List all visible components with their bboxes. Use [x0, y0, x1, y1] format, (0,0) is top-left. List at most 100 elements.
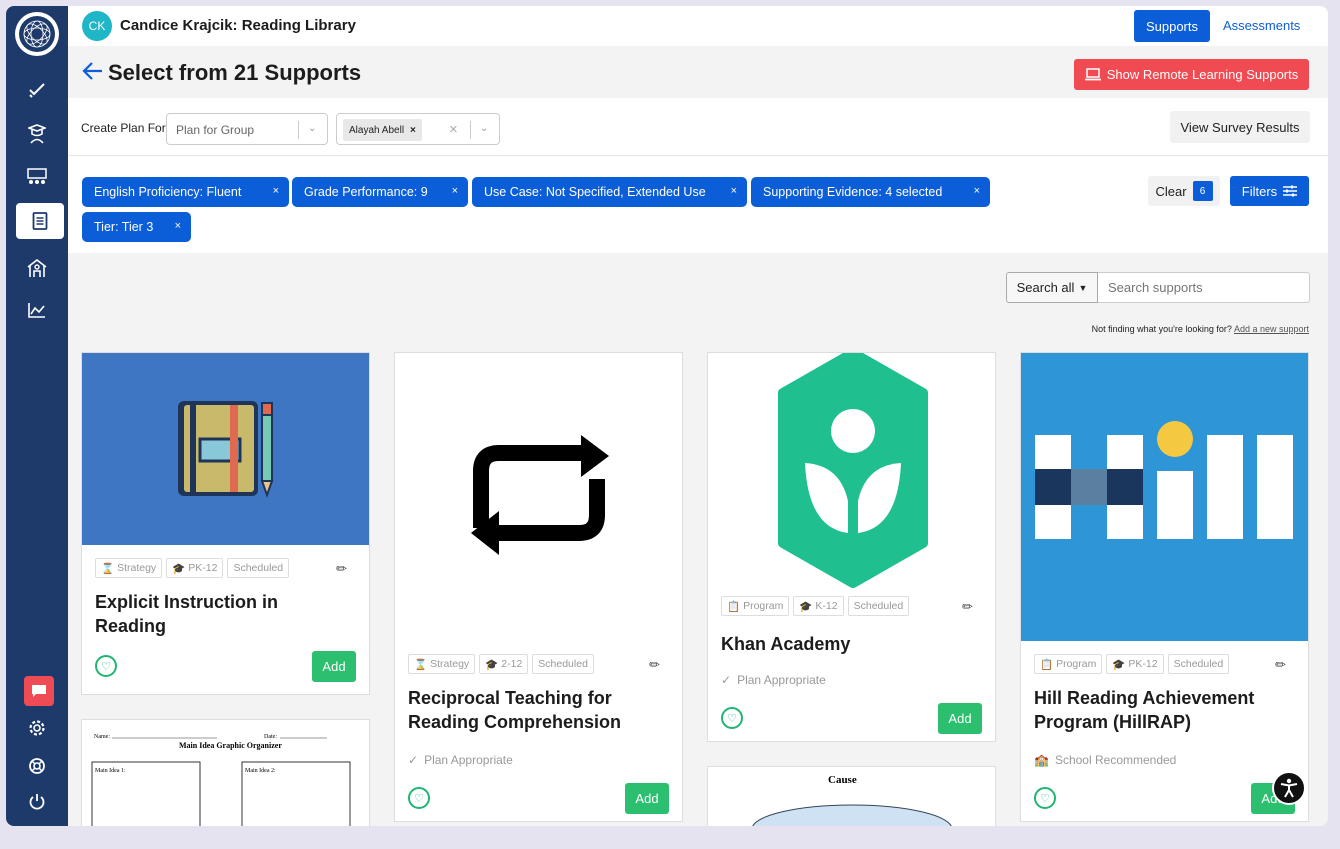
search-input[interactable]: [1098, 272, 1310, 303]
accessibility-icon[interactable]: [1272, 771, 1306, 805]
not-finding-text: Not finding what you're looking for? Add…: [1092, 324, 1309, 334]
logo[interactable]: [15, 12, 59, 56]
chat-icon[interactable]: [24, 676, 54, 706]
filters-button[interactable]: Filters: [1230, 176, 1309, 206]
filters-label: Filters: [1241, 183, 1278, 199]
page-title: Select from 21 Supports: [108, 60, 362, 85]
filter-bar: English Proficiency: Fluent × Grade Perfo…: [68, 156, 1328, 253]
student-select[interactable]: Alayah Abell × × ⌄: [336, 113, 500, 145]
graduate-icon[interactable]: [16, 116, 58, 152]
support-card[interactable]: ⌛ Strategy 🎓 PK-12 Scheduled ✏ Explicit In…: [81, 352, 370, 695]
filter-chip-label: English Proficiency: Fluent: [94, 185, 242, 199]
add-button[interactable]: Add: [625, 783, 669, 814]
school-icon: 🏫: [1034, 753, 1049, 767]
favorite-heart-icon[interactable]: ♡: [721, 707, 743, 729]
school-recommended-status: 🏫 School Recommended: [1034, 753, 1177, 767]
support-card[interactable]: 📋 Program 🎓 K-12 Scheduled ✏ Khan Academy …: [707, 348, 996, 742]
card-tags: 📋 Program 🎓 K-12 Scheduled: [721, 596, 910, 616]
school-icon[interactable]: [16, 250, 58, 286]
support-card[interactable]: Name: Date: Main Idea Graphic Organizer …: [81, 719, 370, 826]
remove-filter-icon[interactable]: ×: [974, 185, 980, 197]
cause-label: Cause: [828, 774, 857, 786]
group-select[interactable]: Plan for Group ⌄: [166, 113, 328, 145]
notebook-icon: [178, 401, 274, 498]
support-card[interactable]: Cause: [707, 766, 996, 826]
help-icon[interactable]: [16, 748, 58, 784]
filter-chip-label: Supporting Evidence: 4 selected: [763, 185, 943, 199]
remove-filter-icon[interactable]: ×: [452, 185, 458, 197]
card-tags: 📋 Program 🎓 PK-12 Scheduled: [1034, 654, 1230, 674]
check-icon: ✓: [408, 753, 419, 767]
power-icon[interactable]: [16, 784, 58, 820]
remove-student-icon[interactable]: ×: [410, 125, 416, 136]
app-frame: CK Candice Krajcik: Reading Library Supp…: [6, 6, 1328, 826]
plan-appropriate-status: ✓ Plan Appropriate: [721, 673, 826, 687]
grade-tag: 🎓 PK-12: [1106, 654, 1164, 674]
remove-filter-icon[interactable]: ×: [175, 220, 181, 232]
grade-tag: 🎓 K-12: [793, 596, 844, 616]
search-row: Search all ▼ Not finding what you're loo…: [68, 253, 1328, 343]
edit-pencil-icon[interactable]: ✏: [336, 561, 347, 577]
avatar[interactable]: CK: [82, 11, 112, 41]
tab-supports[interactable]: Supports: [1134, 10, 1210, 42]
card-image: [82, 353, 369, 545]
group-select-placeholder: Plan for Group: [176, 123, 255, 137]
edit-pencil-icon[interactable]: ✏: [1275, 657, 1286, 673]
support-card[interactable]: ⌛ Strategy 🎓 2-12 Scheduled ✏ Reciprocal T…: [394, 352, 683, 822]
filter-chip[interactable]: Tier: Tier 3 ×: [82, 212, 191, 242]
remote-learning-button[interactable]: Show Remote Learning Supports: [1074, 59, 1309, 90]
add-new-support-link[interactable]: Add a new support: [1234, 324, 1309, 334]
favorite-heart-icon[interactable]: ♡: [95, 655, 117, 677]
filter-chip[interactable]: Use Case: Not Specified, Extended Use ×: [472, 177, 747, 207]
add-button[interactable]: Add: [312, 651, 356, 682]
filter-chip[interactable]: English Proficiency: Fluent ×: [82, 177, 289, 207]
card-title[interactable]: Reciprocal Teaching for Reading Comprehen…: [408, 686, 621, 734]
card-tags: ⌛ Strategy 🎓 2-12 Scheduled: [408, 654, 594, 674]
card-image: [1021, 353, 1308, 641]
logo-icon: [19, 16, 55, 52]
card-title[interactable]: Explicit Instruction in Reading: [95, 590, 278, 638]
clear-filters-button[interactable]: Clear 6: [1148, 176, 1220, 206]
hourglass-icon: ⌛: [101, 562, 115, 575]
filter-chip[interactable]: Supporting Evidence: 4 selected ×: [751, 177, 990, 207]
check-icon[interactable]: [16, 72, 58, 108]
organizer-date-label: Date:: [264, 734, 277, 740]
clipboard-icon: 📋: [1040, 658, 1054, 671]
graduate-icon: 🎓: [1112, 658, 1126, 671]
remove-filter-icon[interactable]: ×: [731, 185, 737, 197]
tab-assessments[interactable]: Assessments: [1223, 18, 1300, 33]
gear-icon[interactable]: [16, 710, 58, 746]
book-icon[interactable]: [16, 203, 64, 239]
card-title[interactable]: Hill Reading Achievement Program (HillRAP…: [1034, 686, 1254, 734]
organizer-idea2: Main Idea 2:: [245, 768, 276, 774]
classroom-icon[interactable]: [16, 160, 58, 196]
laptop-icon: [1084, 68, 1101, 81]
type-tag: 📋 Program: [1034, 654, 1103, 674]
sliders-icon: [1283, 185, 1298, 197]
edit-pencil-icon[interactable]: ✏: [649, 657, 660, 673]
add-button[interactable]: Add: [938, 703, 982, 734]
graduate-icon: 🎓: [485, 658, 499, 671]
filter-chip-label: Grade Performance: 9: [304, 185, 428, 199]
cause-effect-image: Cause: [752, 774, 952, 826]
back-arrow-icon[interactable]: [82, 60, 104, 82]
graduate-icon: 🎓: [799, 600, 813, 613]
search-scope-dropdown[interactable]: Search all ▼: [1006, 272, 1098, 303]
filter-chip[interactable]: Grade Performance: 9 ×: [292, 177, 468, 207]
favorite-heart-icon[interactable]: ♡: [1034, 787, 1056, 809]
support-card[interactable]: 📋 Program 🎓 PK-12 Scheduled ✏ Hill Reading…: [1020, 352, 1309, 822]
chart-icon[interactable]: [16, 292, 58, 328]
clear-icon[interactable]: ×: [449, 121, 458, 138]
card-tags: ⌛ Strategy 🎓 PK-12 Scheduled: [95, 558, 290, 578]
type-tag: ⌛ Strategy: [408, 654, 476, 674]
plan-bar: Create Plan For Plan for Group ⌄ Alayah …: [68, 98, 1328, 156]
caret-down-icon: ▼: [1078, 282, 1088, 293]
hourglass-icon: ⌛: [414, 658, 428, 671]
favorite-heart-icon[interactable]: ♡: [408, 787, 430, 809]
graduate-icon: 🎓: [172, 562, 186, 575]
view-survey-button[interactable]: View Survey Results: [1170, 111, 1310, 143]
schedule-tag: Scheduled: [227, 558, 290, 578]
remove-filter-icon[interactable]: ×: [273, 185, 279, 197]
card-title[interactable]: Khan Academy: [721, 632, 850, 656]
edit-pencil-icon[interactable]: ✏: [962, 599, 973, 615]
